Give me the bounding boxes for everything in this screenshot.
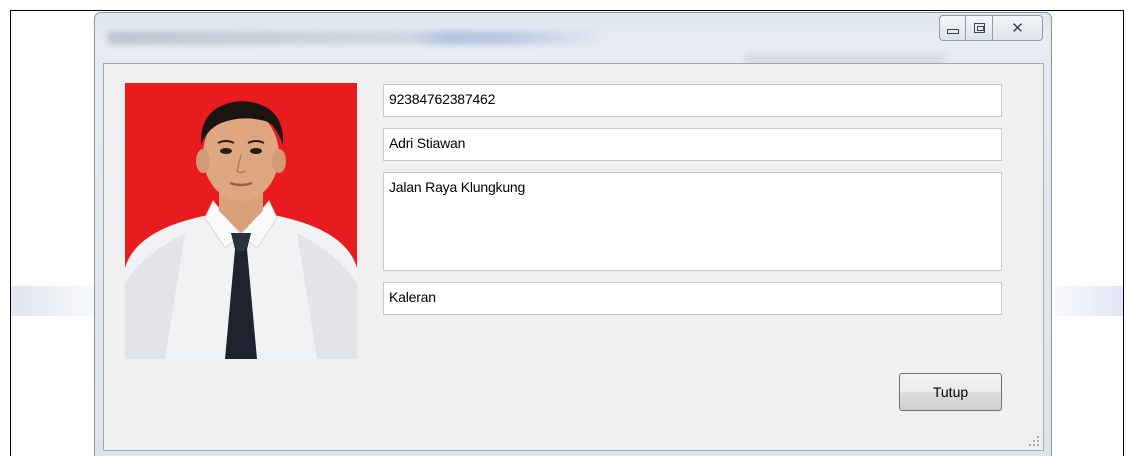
- resize-grip[interactable]: [1029, 436, 1039, 446]
- form-client-area: 92384762387462 Adri Stiawan Jalan Raya K…: [103, 63, 1044, 451]
- address-textarea[interactable]: Jalan Raya Klungkung: [383, 172, 1002, 271]
- screenshot-frame: ✕ 92384762387462 Adri Stiawan Jalan Raya…: [10, 10, 1124, 456]
- close-button[interactable]: ✕: [993, 15, 1043, 41]
- minimize-icon: [946, 28, 959, 34]
- maximize-icon: [973, 23, 985, 33]
- id-number-field[interactable]: 92384762387462: [383, 84, 1002, 117]
- caption-buttons: ✕: [939, 15, 1043, 43]
- title-bar-blurred: [107, 31, 607, 45]
- village-field[interactable]: Kaleran: [383, 282, 1002, 315]
- profile-photo: [125, 83, 357, 359]
- maximize-button[interactable]: [966, 15, 993, 41]
- person-portrait-image: [125, 83, 357, 359]
- name-field[interactable]: Adri Stiawan: [383, 128, 1002, 161]
- dialog-window: ✕ 92384762387462 Adri Stiawan Jalan Raya…: [94, 12, 1052, 456]
- toolbar-blurred: [745, 55, 945, 63]
- minimize-button[interactable]: [939, 15, 966, 41]
- tutup-button[interactable]: Tutup: [899, 373, 1002, 411]
- close-icon: ✕: [1011, 18, 1024, 37]
